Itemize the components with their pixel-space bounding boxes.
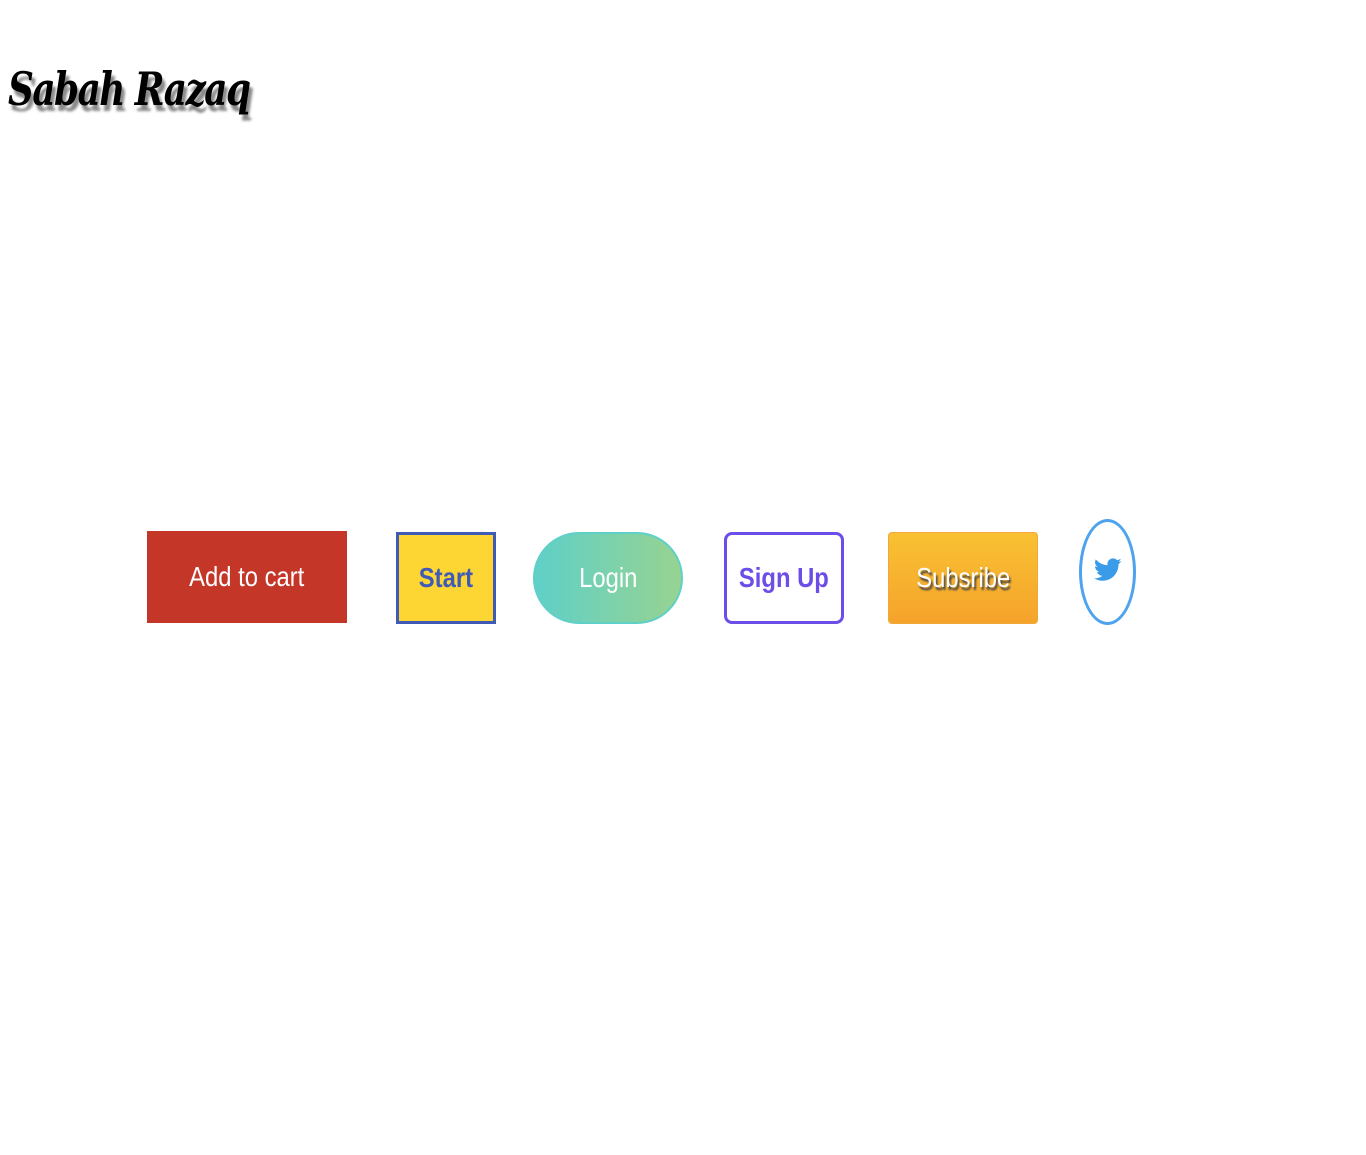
sign-up-button[interactable]: Sign Up bbox=[724, 532, 844, 624]
start-button[interactable]: Start bbox=[396, 532, 496, 624]
page-title: Sabah Razaq bbox=[8, 62, 251, 116]
add-to-cart-button[interactable]: Add to cart bbox=[147, 531, 347, 623]
subscribe-button[interactable]: Subsribe bbox=[888, 532, 1038, 624]
twitter-icon bbox=[1093, 558, 1122, 583]
add-to-cart-label: Add to cart bbox=[189, 561, 305, 592]
start-label: Start bbox=[418, 562, 474, 593]
twitter-button[interactable] bbox=[1079, 519, 1136, 625]
login-button[interactable]: Login bbox=[533, 532, 683, 624]
page: Sabah Razaq Add to cart Start Login Sign… bbox=[0, 0, 1366, 1155]
subscribe-label: Subsribe bbox=[916, 562, 1010, 593]
login-label: Login bbox=[578, 562, 638, 593]
sign-up-label: Sign Up bbox=[739, 562, 829, 593]
